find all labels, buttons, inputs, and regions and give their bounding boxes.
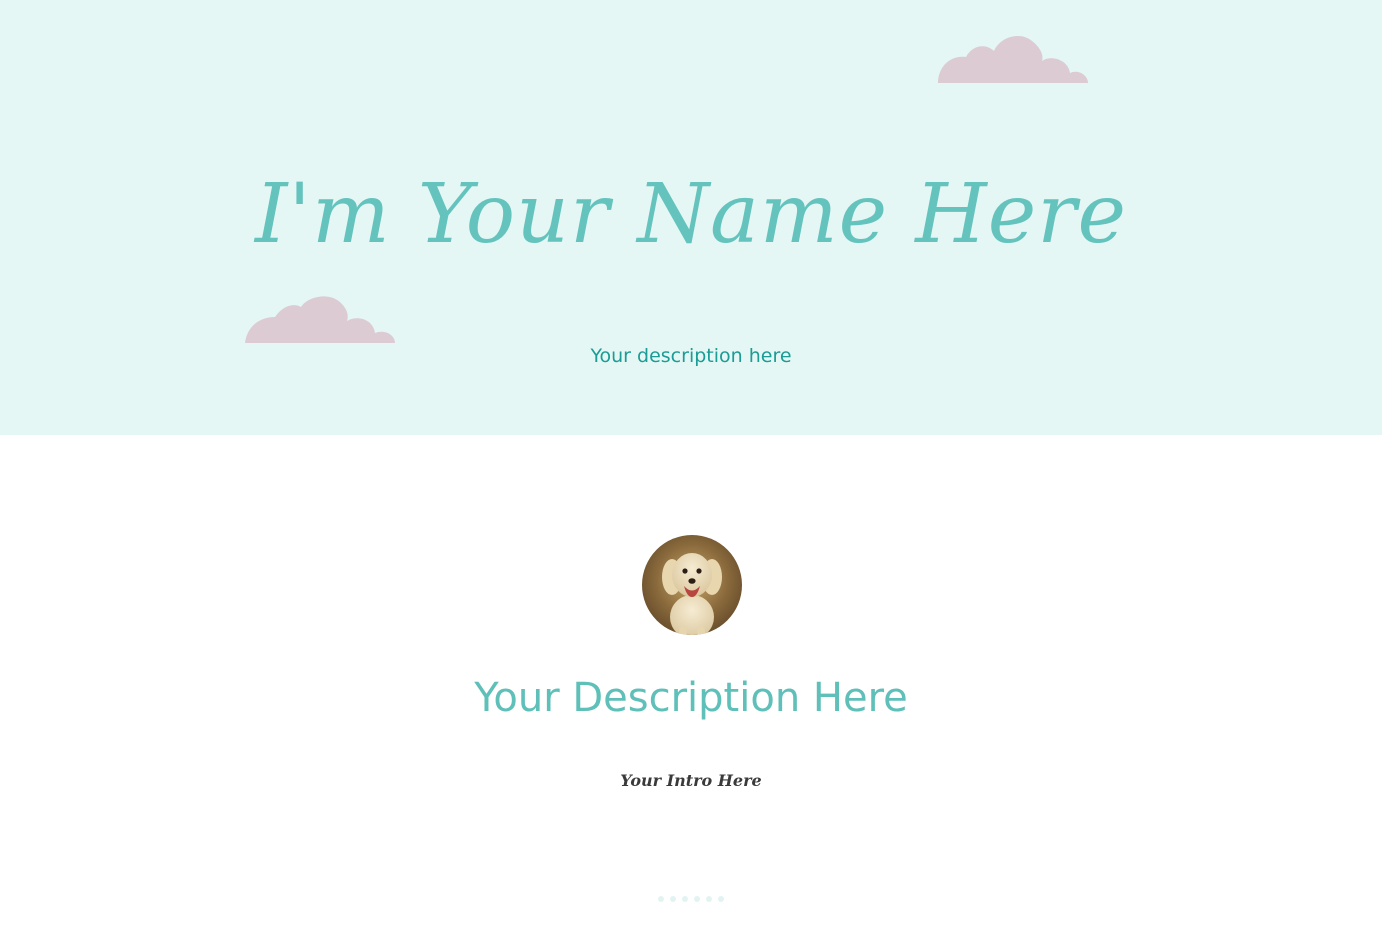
hero-subtitle: Your description here — [590, 345, 792, 367]
pagination-dot[interactable] — [706, 896, 712, 902]
avatar — [642, 535, 742, 635]
pagination-dot[interactable] — [718, 896, 724, 902]
pagination-dot[interactable] — [670, 896, 676, 902]
about-section: Your Description Here Your Intro Here — [0, 435, 1382, 950]
pagination-dots — [0, 896, 1382, 902]
pagination-dot[interactable] — [658, 896, 664, 902]
cloud-icon — [245, 293, 395, 343]
pagination-dot[interactable] — [682, 896, 688, 902]
cloud-icon — [938, 33, 1088, 83]
hero-title: I'm Your Name Here — [255, 167, 1127, 262]
pagination-dot[interactable] — [694, 896, 700, 902]
section-title: Your Description Here — [474, 675, 908, 721]
hero-section: I'm Your Name Here Your description here — [0, 0, 1382, 435]
intro-text: Your Intro Here — [620, 771, 762, 790]
